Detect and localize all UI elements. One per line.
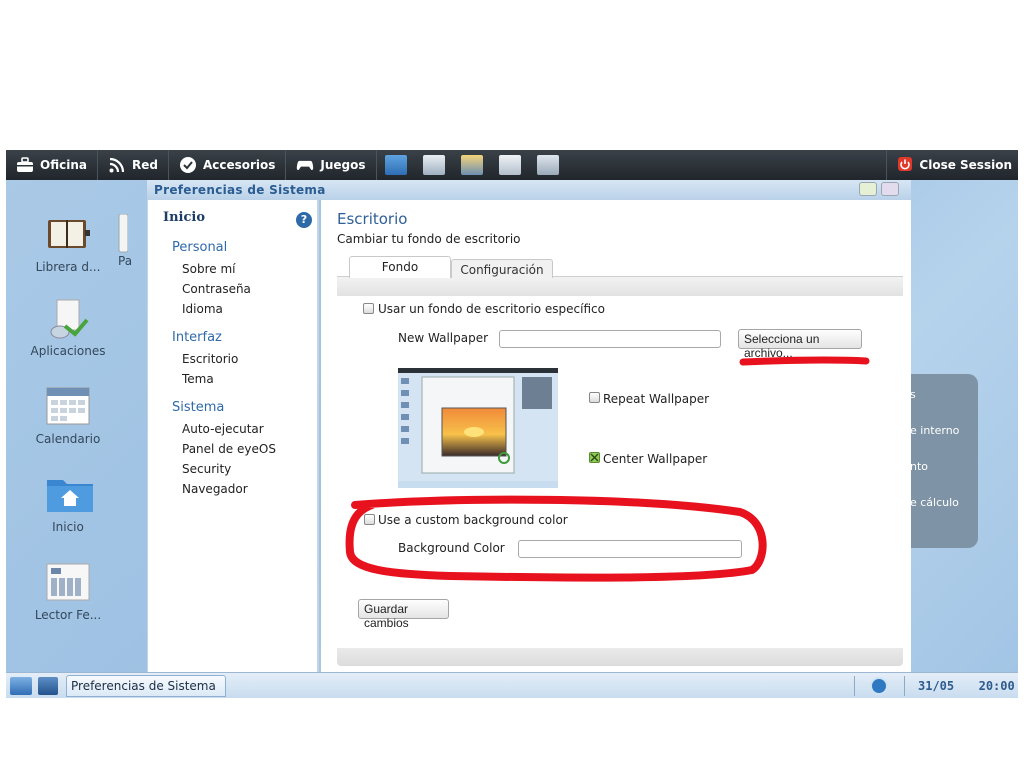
eyeos-logo-icon[interactable] — [870, 677, 888, 695]
taskbar-window-item[interactable]: Preferencias de Sistema — [66, 675, 226, 697]
window-titlebar[interactable]: Preferencias de Sistema — [147, 180, 911, 200]
page-subtitle: Cambiar tu fondo de escritorio — [337, 232, 521, 246]
desktop-icon-label: Pa — [118, 254, 133, 268]
sidebar-section-interfaz: Interfaz — [172, 330, 222, 345]
menu-oficina[interactable]: Oficina — [6, 150, 98, 180]
checkmark-icon — [590, 453, 599, 462]
clock: 31/05 20:00 — [918, 679, 1015, 693]
desktop-icon-label: Aplicaciones — [30, 344, 106, 358]
power-icon — [897, 156, 913, 175]
bg-color-label: Background Color — [398, 541, 505, 555]
preferences-sidebar: Inicio ? Personal Sobre mí Contraseña Id… — [147, 200, 319, 672]
tab-bar — [337, 276, 903, 296]
bottom-taskbar: Preferencias de Sistema 31/05 20:00 — [6, 672, 1018, 698]
save-changes-button[interactable]: Guardar cambios — [358, 599, 449, 630]
desktop-icon-label: Calendario — [35, 432, 101, 446]
wallpaper-preview — [398, 368, 558, 488]
new-wallpaper-field[interactable] — [499, 330, 721, 348]
panel-item: e interno — [910, 424, 960, 437]
sidebar-item-contrasena[interactable]: Contraseña — [182, 282, 251, 296]
clock-date: 31/05 — [918, 679, 955, 693]
window-title: Preferencias de Sistema — [154, 183, 326, 197]
repeat-wallpaper-checkbox[interactable] — [589, 392, 600, 403]
select-file-button[interactable]: Selecciona un archivo... — [738, 329, 862, 360]
image-viewer-icon[interactable] — [460, 155, 483, 175]
close-button[interactable] — [881, 182, 899, 196]
folder-icon[interactable] — [384, 155, 407, 175]
sidebar-home[interactable]: Inicio — [163, 210, 205, 225]
preferences-window: Preferencias de Sistema Inicio ? Persona… — [147, 180, 911, 672]
sidebar-item-auto-ejecutar[interactable]: Auto-ejecutar — [182, 422, 264, 436]
sidebar-item-tema[interactable]: Tema — [182, 372, 214, 386]
sidebar-item-panel-eyeos[interactable]: Panel de eyeOS — [182, 442, 276, 456]
newspaper-icon — [45, 562, 91, 602]
panel-item: nto — [910, 460, 929, 473]
desktop-icon-pa[interactable]: Pa — [118, 213, 148, 268]
clock-check-icon — [179, 156, 197, 174]
sidebar-section-sistema: Sistema — [172, 400, 225, 415]
tab-fondo[interactable]: Fondo — [349, 256, 451, 278]
panel-item: e cálculo — [910, 496, 959, 509]
sidebar-item-navegador[interactable]: Navegador — [182, 482, 248, 496]
menu-juegos[interactable]: Juegos — [286, 150, 377, 180]
desktop-icon-label: Inicio — [52, 520, 84, 534]
desktop-icon-aplicaciones[interactable]: Aplicaciones — [28, 298, 108, 358]
briefcase-icon — [16, 156, 34, 174]
menu-accesorios[interactable]: Accesorios — [169, 150, 287, 180]
desktop-screen: Oficina Red Accesorios Juegos Close Sess… — [6, 150, 1018, 698]
sidebar-item-escritorio[interactable]: Escritorio — [182, 352, 238, 366]
taskbar-window-label: Preferencias de Sistema — [71, 679, 216, 693]
center-wallpaper-label: Center Wallpaper — [603, 452, 708, 466]
sidebar-item-idioma[interactable]: Idioma — [182, 302, 223, 316]
close-session-label: Close Session — [919, 158, 1012, 172]
desktop-icon-label: Lector Fe... — [34, 608, 102, 622]
sidebar-section-personal: Personal — [172, 240, 228, 255]
preferences-main: Escritorio Cambiar tu fondo de escritori… — [321, 200, 911, 672]
panel-footer — [337, 648, 903, 666]
taskbar-separator — [854, 676, 855, 696]
document-icon[interactable] — [422, 155, 445, 175]
applications-icon — [45, 298, 91, 339]
desktop-icon-lector-feeds[interactable]: Lector Fe... — [28, 562, 108, 622]
close-session-button[interactable]: Close Session — [886, 150, 1018, 180]
home-folder-icon — [45, 474, 93, 514]
taskbar-separator — [904, 676, 905, 696]
tab-configuracion[interactable]: Configuración — [451, 259, 553, 278]
custom-bg-color-label: Use a custom background color — [378, 513, 568, 527]
center-wallpaper-checkbox[interactable] — [589, 452, 600, 463]
use-specific-bg-label: Usar un fondo de escritorio específico — [378, 302, 605, 316]
gamepad-icon — [296, 156, 314, 174]
desktop-icon-label: Librera d... — [35, 260, 101, 274]
menu-red[interactable]: Red — [98, 150, 169, 180]
windows-switch-icon[interactable] — [38, 677, 58, 695]
desktop-icon-inicio[interactable]: Inicio — [28, 474, 108, 534]
new-wallpaper-label: New Wallpaper — [398, 331, 489, 345]
menu-juegos-label: Juegos — [320, 158, 366, 172]
custom-bg-color-checkbox[interactable] — [364, 514, 375, 525]
use-specific-bg-checkbox[interactable] — [363, 303, 374, 314]
contacts-icon[interactable] — [498, 155, 521, 175]
calendar-icon[interactable] — [536, 155, 559, 175]
clock-time: 20:00 — [978, 679, 1015, 693]
repeat-wallpaper-label: Repeat Wallpaper — [603, 392, 710, 406]
rss-icon — [108, 156, 126, 174]
top-menu-bar: Oficina Red Accesorios Juegos Close Sess… — [6, 150, 1018, 180]
menu-oficina-label: Oficina — [40, 158, 87, 172]
minimize-button[interactable] — [859, 182, 877, 196]
menu-red-label: Red — [131, 158, 158, 172]
document-icon — [118, 213, 129, 254]
desktop-icon-librera[interactable]: Librera d... — [28, 214, 108, 274]
show-desktop-icon[interactable] — [10, 677, 32, 695]
sidebar-item-sobre-mi[interactable]: Sobre mí — [182, 262, 235, 276]
help-icon[interactable]: ? — [296, 212, 312, 228]
bg-color-field[interactable] — [518, 540, 742, 558]
menu-accesorios-label: Accesorios — [202, 158, 276, 172]
sidebar-item-security[interactable]: Security — [182, 462, 231, 476]
calendar-icon — [45, 386, 91, 426]
page-title: Escritorio — [337, 210, 408, 228]
desktop-icon-calendario[interactable]: Calendario — [28, 386, 108, 446]
book-icon — [45, 214, 91, 254]
